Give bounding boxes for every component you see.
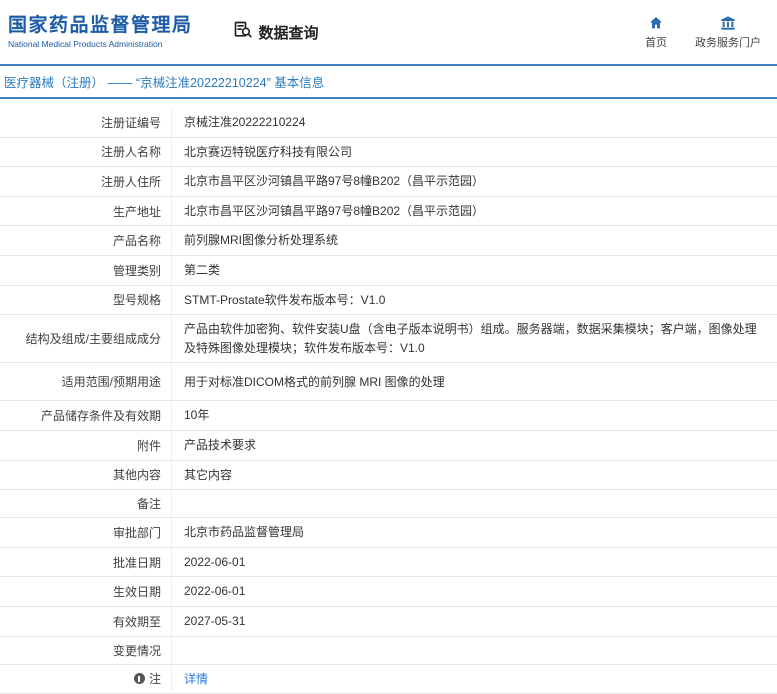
top-header: 国家药品监督管理局 National Medical Products Admi… [0,0,777,64]
row-value: 北京市昌平区沙河镇昌平路97号8幢B202（昌平示范园） [172,167,777,196]
table-row: 审批部门 北京市药品监督管理局 [0,518,777,548]
row-label: 注册证编号 [0,108,172,137]
row-label: 注册人名称 [0,138,172,167]
row-value: 前列腺MRI图像分析处理系统 [172,226,777,255]
row-label: 备注 [0,490,172,517]
row-label: 注册人住所 [0,167,172,196]
table-row: 管理类别 第二类 [0,256,777,286]
row-value: 其它内容 [172,461,777,490]
row-value: 2022-06-01 [172,548,777,577]
table-row: 其他内容 其它内容 [0,461,777,491]
row-value: 京械注准20222210224 [172,108,777,137]
table-row: 有效期至 2027-05-31 [0,607,777,637]
row-value: 2027-05-31 [172,607,777,636]
nav-gov-portal-label: 政务服务门户 [695,34,761,50]
table-row: 注册证编号 京械注准20222210224 [0,108,777,138]
row-value: 2022-06-01 [172,577,777,606]
table-row: 变更情况 [0,637,777,665]
nmpa-logo[interactable]: 国家药品监督管理局 National Medical Products Admi… [8,15,193,50]
table-row: 注册人名称 北京赛迈特锐医疗科技有限公司 [0,138,777,168]
row-label: 产品名称 [0,226,172,255]
nav-home[interactable]: 首页 [645,14,667,50]
row-label: 管理类别 [0,256,172,285]
row-value: STMT-Prostate软件发布版本号：V1.0 [172,286,777,315]
row-label: 生效日期 [0,577,172,606]
nav-gov-portal[interactable]: 政务服务门户 [695,14,761,50]
row-label: 产品储存条件及有效期 [0,401,172,430]
row-label: 注 [0,665,172,694]
row-value [172,637,777,664]
section-title-label: 数据查询 [259,22,319,43]
row-value: 10年 [172,401,777,430]
row-value: 第二类 [172,256,777,285]
table-row: 型号规格 STMT-Prostate软件发布版本号：V1.0 [0,286,777,316]
table-row-note: 注 详情 [0,665,777,694]
home-icon [648,14,664,31]
row-value: 北京赛迈特锐医疗科技有限公司 [172,138,777,167]
table-row: 生效日期 2022-06-01 [0,577,777,607]
row-value: 产品技术要求 [172,431,777,460]
row-label: 批准日期 [0,548,172,577]
table-row: 产品储存条件及有效期 10年 [0,401,777,431]
logo-subtitle: National Medical Products Administration [8,39,193,49]
row-label: 有效期至 [0,607,172,636]
row-label: 变更情况 [0,637,172,664]
table-row: 结构及组成/主要组成成分 产品由软件加密狗、软件安装U盘（含电子版本说明书）组成… [0,315,777,363]
row-value: 北京市昌平区沙河镇昌平路97号8幢B202（昌平示范园） [172,197,777,226]
header-nav: 首页 政务服务门户 [645,14,761,50]
row-label: 结构及组成/主要组成成分 [0,315,172,362]
breadcrumb: 医疗器械（注册） —— “京械注准20222210224” 基本信息 [0,64,777,99]
gov-portal-icon [720,14,736,31]
table-row: 产品名称 前列腺MRI图像分析处理系统 [0,226,777,256]
row-value: 用于对标准DICOM格式的前列腺 MRI 图像的处理 [172,363,777,400]
row-label: 审批部门 [0,518,172,547]
logo-title: 国家药品监督管理局 [8,15,193,38]
search-doc-icon [233,20,253,44]
table-row: 附件 产品技术要求 [0,431,777,461]
note-icon [134,673,145,684]
row-label: 适用范围/预期用途 [0,363,172,400]
section-title: 数据查询 [233,20,319,44]
nav-home-label: 首页 [645,34,667,50]
registration-info-table: 注册证编号 京械注准20222210224 注册人名称 北京赛迈特锐医疗科技有限… [0,108,777,694]
row-value: 北京市药品监督管理局 [172,518,777,547]
row-label: 附件 [0,431,172,460]
note-label: 注 [149,670,161,687]
detail-link[interactable]: 详情 [184,670,208,689]
row-value: 产品由软件加密狗、软件安装U盘（含电子版本说明书）组成。服务器端，数据采集模块；… [172,315,777,362]
row-label: 生产地址 [0,197,172,226]
table-row: 备注 [0,490,777,518]
row-label: 型号规格 [0,286,172,315]
table-row: 注册人住所 北京市昌平区沙河镇昌平路97号8幢B202（昌平示范园） [0,167,777,197]
table-row: 批准日期 2022-06-01 [0,548,777,578]
table-row: 适用范围/预期用途 用于对标准DICOM格式的前列腺 MRI 图像的处理 [0,363,777,401]
row-label: 其他内容 [0,461,172,490]
table-row: 生产地址 北京市昌平区沙河镇昌平路97号8幢B202（昌平示范园） [0,197,777,227]
row-value: 详情 [172,665,777,694]
row-value [172,490,777,517]
